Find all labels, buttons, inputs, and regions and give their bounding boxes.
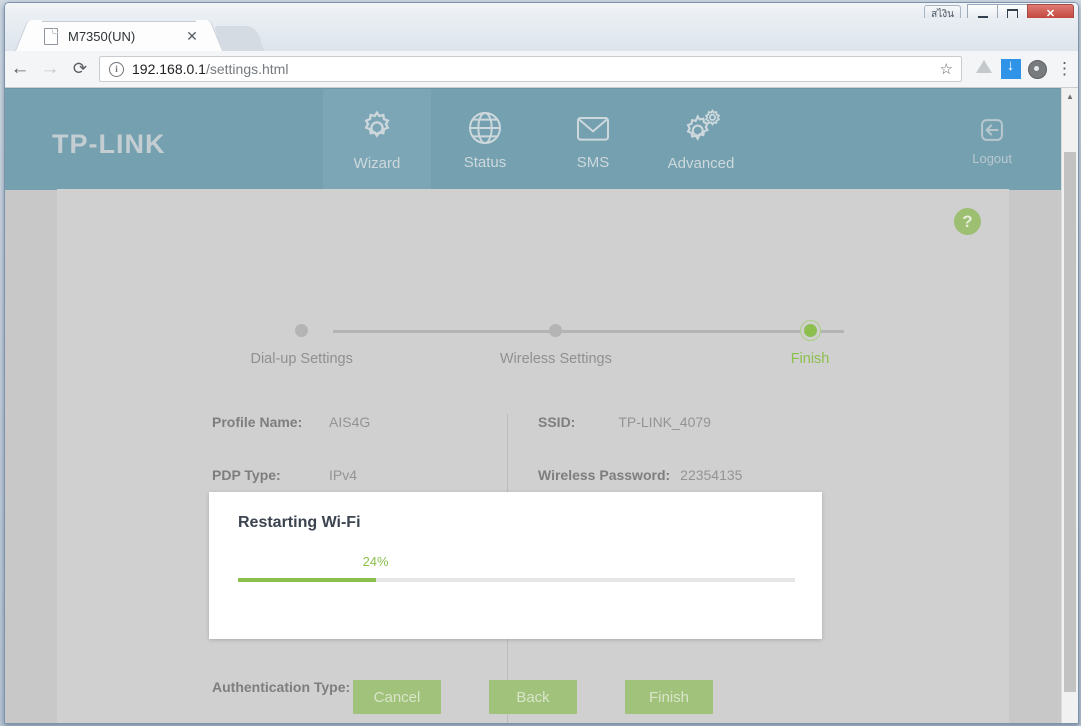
progress-bar-fill: [238, 578, 376, 582]
wizard-steps: Dial-up Settings Wireless Settings Finis…: [57, 319, 1009, 389]
step-dial-up-settings[interactable]: Dial-up Settings: [217, 319, 387, 367]
url-text: 192.168.0.1/settings.html: [132, 61, 288, 77]
content-panel: ? Dial-up Settings Wireless Settings Fin: [57, 189, 1009, 723]
tab-title: M7350(UN): [68, 29, 136, 44]
back-button[interactable]: ←: [5, 58, 35, 80]
progress-percent-label: 24%: [362, 554, 389, 569]
step-wireless-settings[interactable]: Wireless Settings: [471, 319, 641, 367]
logout-icon: [973, 113, 1011, 147]
tab-strip: M7350(UN) ✕: [5, 18, 1078, 51]
step-finish[interactable]: Finish: [725, 319, 895, 367]
page-viewport: TP-LINK Wizard Status SMS Advanced Logou…: [5, 88, 1078, 723]
drive-icon: [975, 60, 992, 73]
browser-window: สไงิน ✕ M7350(UN) ✕ ← → ⟳ i 192.168.0.1/…: [4, 2, 1079, 724]
field-value: TP-LINK_4079: [618, 414, 711, 430]
url-path: /settings.html: [205, 61, 289, 77]
step-label: Wireless Settings: [499, 351, 612, 367]
page-favicon-icon: [44, 28, 58, 45]
nav-item-wizard[interactable]: Wizard: [323, 89, 431, 190]
gears-icon: [678, 107, 724, 149]
forward-button[interactable]: →: [35, 58, 65, 80]
field-label: SSID:: [538, 414, 576, 430]
chrome-menu-button[interactable]: ⋮: [1051, 60, 1078, 77]
router-nav: Wizard Status SMS Advanced: [323, 89, 755, 190]
tplink-logo: TP-LINK: [52, 129, 166, 159]
scroll-up-arrow-icon[interactable]: ▲: [1062, 88, 1078, 104]
logout-button[interactable]: Logout: [972, 89, 1012, 190]
browser-toolbar: ← → ⟳ i 192.168.0.1/settings.html ☆ ⋮: [5, 51, 1078, 88]
field-profile-name: Profile Name: AIS4G: [212, 414, 507, 467]
video-icon-button[interactable]: [1024, 59, 1051, 79]
wizard-button-bar: Cancel Back Finish: [57, 680, 1009, 716]
step-dot: [549, 324, 563, 337]
cancel-button[interactable]: Cancel: [353, 680, 441, 714]
field-label: Profile Name:: [212, 414, 303, 430]
step-label: Dial-up Settings: [250, 351, 353, 367]
nav-item-status[interactable]: Status: [431, 89, 539, 190]
page-scrollbar[interactable]: ▲: [1061, 88, 1078, 723]
help-icon[interactable]: ?: [954, 208, 981, 235]
gear-icon: [356, 107, 398, 149]
nav-item-label: SMS: [576, 154, 610, 171]
download-icon: [1000, 57, 1021, 79]
drive-icon-button[interactable]: [970, 60, 997, 78]
field-value: 22354135: [680, 467, 743, 483]
download-icon-button[interactable]: [997, 57, 1024, 79]
screenshot-root: สไงิน ✕ M7350(UN) ✕ ← → ⟳ i 192.168.0.1/…: [0, 0, 1081, 726]
tab-close-icon[interactable]: ✕: [184, 28, 200, 45]
restarting-wifi-dialog: Restarting Wi-Fi 24%: [209, 492, 822, 639]
field-value: AIS4G: [329, 414, 371, 430]
globe-icon: [465, 108, 505, 148]
field-label: PDP Type:: [212, 467, 281, 483]
nav-item-label: Advanced: [667, 155, 735, 172]
nav-item-label: Status: [463, 154, 507, 171]
site-info-icon[interactable]: i: [109, 61, 124, 77]
step-dot: [803, 324, 817, 337]
new-tab-button[interactable]: [213, 26, 265, 51]
nav-item-advanced[interactable]: Advanced: [647, 89, 755, 190]
step-label: Finish: [790, 351, 830, 367]
field-label: Wireless Password:: [538, 467, 671, 483]
progress-bar-track: [238, 578, 795, 582]
back-button[interactable]: Back: [489, 680, 577, 714]
finish-button[interactable]: Finish: [625, 680, 713, 714]
envelope-icon: [573, 108, 613, 148]
nav-item-sms[interactable]: SMS: [539, 89, 647, 190]
logout-label: Logout: [972, 151, 1012, 166]
field-ssid: SSID: TP-LINK_4079: [538, 414, 918, 467]
url-host: 192.168.0.1: [132, 61, 206, 77]
field-value: IPv4: [329, 467, 358, 483]
progress-area: 24%: [238, 554, 795, 582]
browser-tab[interactable]: M7350(UN) ✕: [29, 21, 209, 51]
step-dot: [295, 324, 309, 337]
reload-button[interactable]: ⟳: [65, 59, 95, 79]
bookmark-star-icon[interactable]: ☆: [940, 60, 953, 78]
router-header: TP-LINK Wizard Status SMS Advanced Logou…: [5, 88, 1061, 190]
nav-item-label: Wizard: [353, 155, 401, 172]
address-bar[interactable]: i 192.168.0.1/settings.html ☆: [99, 56, 962, 82]
video-reel-icon: [1028, 59, 1047, 79]
dialog-title: Restarting Wi-Fi: [238, 514, 361, 531]
scrollbar-thumb[interactable]: [1064, 152, 1076, 692]
